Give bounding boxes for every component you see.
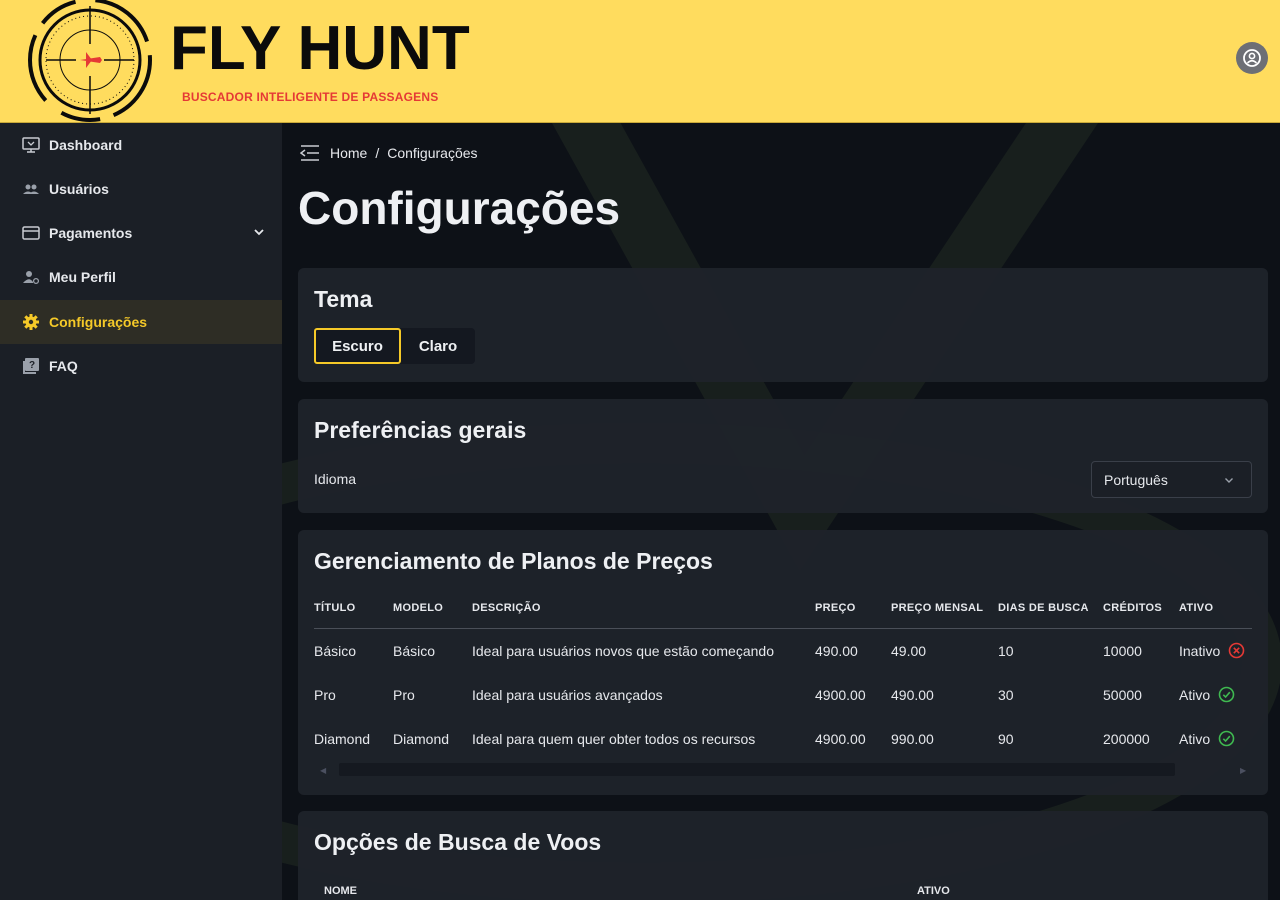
- card-title: Opções de Busca de Voos: [314, 829, 602, 855]
- users-icon: [22, 180, 40, 198]
- scroll-left-icon[interactable]: ◀: [320, 766, 326, 775]
- breadcrumb-home[interactable]: Home: [330, 145, 367, 161]
- sidebar-item-label: Usuários: [49, 181, 109, 197]
- sidebar-item-meu-perfil[interactable]: Meu Perfil: [0, 255, 282, 299]
- plan-status-text: Inativo: [1179, 642, 1221, 659]
- plan-status-cell: Inativo: [1179, 628, 1252, 673]
- plan-credits: 50000: [1103, 686, 1142, 703]
- table-row[interactable]: Básico Básico Ideal para usuários novos …: [314, 628, 1252, 673]
- sidebar-item-label: Meu Perfil: [49, 269, 116, 285]
- column-header[interactable]: PREÇO MENSAL: [891, 602, 998, 629]
- brand-subtitle: BUSCADOR INTELIGENTE DE PASSAGENS: [182, 90, 439, 104]
- user-circle-icon: [1243, 49, 1261, 67]
- column-header[interactable]: TÍTULO: [314, 602, 393, 629]
- plan-search-days: 90: [998, 730, 1014, 747]
- page-title: Configurações: [298, 182, 621, 234]
- plan-description: Ideal para usuários avançados: [472, 686, 663, 703]
- monitor-icon: [22, 136, 40, 154]
- credit-card-icon: [22, 224, 40, 242]
- plan-price: 490.00: [815, 642, 858, 659]
- theme-option-dark[interactable]: Escuro: [314, 328, 401, 364]
- pricing-plans-card: Gerenciamento de Planos de Preços TÍTULO…: [298, 530, 1268, 795]
- check-circle-icon[interactable]: [1218, 686, 1235, 703]
- plan-description: Ideal para quem quer obter todos os recu…: [472, 730, 756, 747]
- plan-monthly-price: 990.00: [891, 730, 934, 747]
- plans-table: TÍTULO MODELO DESCRIÇÃO PREÇO PREÇO MENS…: [314, 602, 1252, 761]
- sidebar-item-label: Dashboard: [49, 137, 123, 153]
- plan-description: Ideal para usuários novos que estão come…: [472, 642, 774, 659]
- language-select[interactable]: Português: [1091, 461, 1252, 498]
- preferences-card: Preferências gerais Idioma Português: [298, 399, 1268, 513]
- plan-search-days: 30: [998, 686, 1014, 703]
- column-header[interactable]: PREÇO: [815, 602, 891, 629]
- breadcrumb-current: Configurações: [387, 145, 478, 161]
- crosshair-logo-icon: [28, 0, 152, 122]
- app-header: FLY HUNT BUSCADOR INTELIGENTE DE PASSAGE…: [0, 0, 1280, 123]
- sidebar-item-usuarios[interactable]: Usuários: [0, 167, 282, 211]
- plan-title: Diamond: [314, 730, 371, 747]
- theme-toggle-group: Escuro Claro: [314, 328, 475, 364]
- column-header[interactable]: DESCRIÇÃO: [472, 602, 815, 629]
- user-settings-icon: [22, 268, 40, 286]
- plan-title: Pro: [314, 686, 336, 703]
- plan-price: 4900.00: [815, 730, 866, 747]
- chevron-down-icon: [252, 225, 266, 242]
- language-select-value: Português: [1104, 471, 1168, 488]
- theme-option-light[interactable]: Claro: [401, 328, 475, 364]
- column-header[interactable]: ATIVO: [1179, 602, 1252, 629]
- plan-status-text: Ativo: [1179, 686, 1211, 703]
- plan-title: Básico: [314, 642, 357, 659]
- sidebar-item-configuracoes[interactable]: Configurações: [0, 300, 282, 344]
- plan-model: Básico: [393, 642, 436, 659]
- check-circle-icon[interactable]: [1218, 730, 1235, 747]
- plan-search-days: 10: [998, 642, 1014, 659]
- plan-status-cell: Ativo: [1179, 717, 1252, 761]
- plan-status-cell: Ativo: [1179, 673, 1252, 717]
- language-label: Idioma: [314, 471, 357, 487]
- column-header[interactable]: ATIVO: [917, 885, 950, 897]
- column-header[interactable]: DIAS DE BUSCA: [998, 602, 1103, 629]
- plan-model: Diamond: [393, 730, 450, 747]
- plan-credits: 10000: [1103, 642, 1142, 659]
- table-row[interactable]: Pro Pro Ideal para usuários avançados 49…: [314, 673, 1252, 717]
- breadcrumb-separator: /: [375, 145, 380, 161]
- help-book-icon: ?: [22, 357, 40, 375]
- user-account-button[interactable]: [1236, 42, 1268, 74]
- column-header[interactable]: MODELO: [393, 602, 472, 629]
- plan-status-text: Ativo: [1179, 730, 1211, 747]
- sidebar: Dashboard Usuários Pagamentos Meu Perfil…: [0, 123, 282, 900]
- sidebar-item-pagamentos[interactable]: Pagamentos: [0, 211, 282, 255]
- x-circle-icon[interactable]: [1228, 642, 1245, 659]
- scroll-right-icon[interactable]: ▶: [1240, 766, 1246, 775]
- chevron-down-icon: [1223, 473, 1235, 489]
- plan-monthly-price: 490.00: [891, 686, 934, 703]
- column-header[interactable]: NOME: [324, 885, 357, 897]
- table-row[interactable]: Diamond Diamond Ideal para quem quer obt…: [314, 717, 1252, 761]
- main-content: Home / Configurações Configurações Tema …: [282, 123, 1280, 900]
- flight-search-options-card: Opções de Busca de Voos NOME ATIVO: [298, 811, 1268, 900]
- brand-title: FLY HUNT: [170, 14, 470, 83]
- sidebar-item-faq[interactable]: ? FAQ: [0, 344, 282, 388]
- menu-collapse-icon[interactable]: [300, 144, 320, 162]
- plan-monthly-price: 49.00: [891, 642, 927, 659]
- card-title: Tema: [314, 286, 373, 312]
- table-header-row: TÍTULO MODELO DESCRIÇÃO PREÇO PREÇO MENS…: [314, 602, 1252, 629]
- horizontal-scrollbar[interactable]: [339, 763, 1175, 776]
- svg-text:?: ?: [29, 360, 35, 371]
- sidebar-item-label: Pagamentos: [49, 225, 133, 241]
- sidebar-item-dashboard[interactable]: Dashboard: [0, 123, 282, 167]
- theme-card: Tema Escuro Claro: [298, 268, 1268, 382]
- sidebar-item-label: Configurações: [49, 314, 148, 330]
- gear-icon: [22, 313, 40, 331]
- column-header[interactable]: CRÉDITOS: [1103, 602, 1179, 629]
- breadcrumb: Home / Configurações: [300, 143, 478, 163]
- sidebar-item-label: FAQ: [49, 358, 78, 374]
- plan-credits: 200000: [1103, 730, 1150, 747]
- plan-model: Pro: [393, 686, 415, 703]
- card-title: Gerenciamento de Planos de Preços: [314, 548, 713, 574]
- logo[interactable]: [26, 0, 156, 123]
- plan-price: 4900.00: [815, 686, 866, 703]
- card-title: Preferências gerais: [314, 417, 527, 443]
